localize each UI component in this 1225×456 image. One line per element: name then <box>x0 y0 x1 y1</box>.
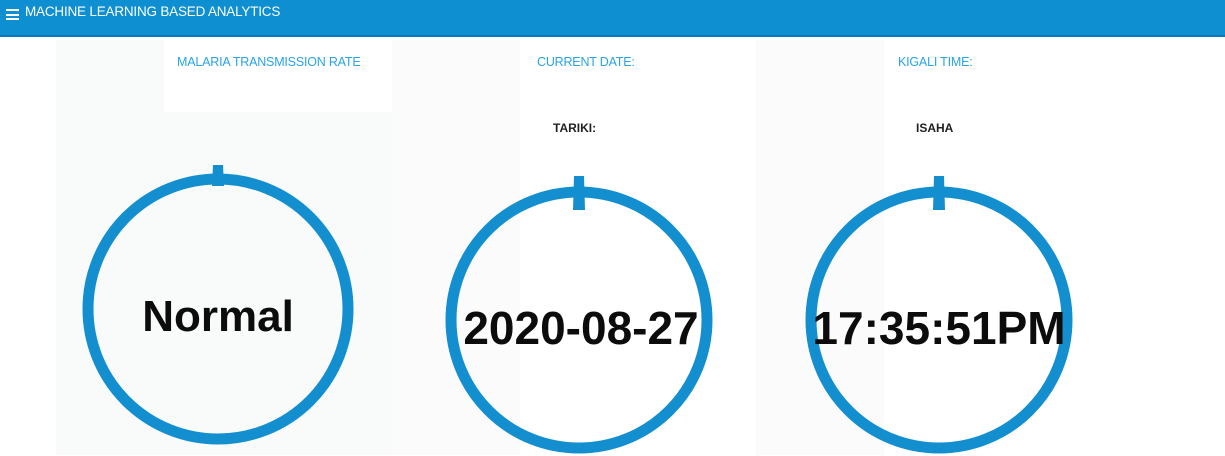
date-sublabel: TARIKI: <box>553 121 597 135</box>
malaria-rate-gauge: Normal <box>82 165 354 445</box>
time-sublabel: ISAHA <box>916 121 954 135</box>
malaria-rate-value: Normal <box>142 292 294 341</box>
gauge-pointer-icon <box>212 165 224 186</box>
gauge-pointer-icon <box>933 176 945 210</box>
app-title: MACHINE LEARNING BASED ANALYTICS <box>25 4 281 19</box>
current-date-gauge: 2020-08-27 <box>445 176 713 456</box>
current-date-value: 2020-08-27 <box>463 302 699 354</box>
current-date-title: CURRENT DATE: <box>537 55 635 69</box>
kigali-time-gauge: 17:35:51PM <box>805 176 1073 456</box>
malaria-rate-title: MALARIA TRANSMISSION RATE <box>177 55 361 69</box>
kigali-time-title: KIGALI TIME: <box>898 55 973 69</box>
app-header: MACHINE LEARNING BASED ANALYTICS <box>0 0 1225 37</box>
panel-background <box>56 40 164 112</box>
kigali-time-value: 17:35:51PM <box>812 302 1066 354</box>
hamburger-menu-icon[interactable] <box>6 9 19 20</box>
gauge-pointer-icon <box>573 176 585 210</box>
